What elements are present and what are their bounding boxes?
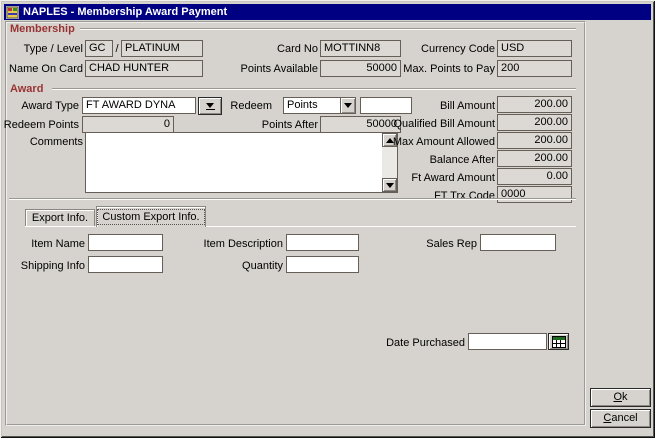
redeem-combo-button[interactable] (340, 98, 355, 113)
currency-code-label: Currency Code (398, 42, 495, 56)
redeem-combo-value: Points (284, 98, 340, 113)
redeem-combo[interactable]: Points (283, 97, 356, 114)
redeem-points-label: Redeem Points (0, 118, 79, 132)
balance-after-field: 200.00 (497, 150, 572, 167)
type-level-separator: / (114, 42, 120, 56)
tab-custom-export-info-label: Custom Export Info. (97, 209, 204, 225)
ft-award-amount-label: Ft Award Amount (380, 171, 495, 185)
cancel-button[interactable]: Cancel (590, 409, 651, 428)
max-points-to-pay-field: 200 (497, 60, 572, 77)
card-no-label: Card No (230, 42, 318, 56)
qualified-bill-amount-label: Qualified Bill Amount (380, 117, 495, 131)
currency-code-field: USD (497, 40, 572, 57)
ft-trx-code-label: FT Trx Code (380, 189, 495, 203)
points-available-label: Points Available (230, 62, 318, 76)
max-amount-allowed-label: Max Amount Allowed (380, 135, 495, 149)
application-icon (6, 6, 19, 19)
item-name-input[interactable] (88, 234, 163, 251)
balance-after-label: Balance After (380, 153, 495, 167)
award-section-line (52, 88, 576, 90)
item-name-label: Item Name (0, 237, 85, 251)
redeem-points-field: 0 (82, 116, 174, 133)
bill-amount-label: Bill Amount (380, 99, 495, 113)
cancel-button-label: Cancel (603, 412, 637, 425)
award-type-combo-field[interactable]: FT AWARD DYNA (82, 97, 196, 114)
ok-button[interactable]: Ok (590, 388, 651, 407)
max-amount-allowed-field: 200.00 (497, 132, 572, 149)
sales-rep-label: Sales Rep (400, 237, 477, 251)
item-description-input[interactable] (286, 234, 359, 251)
quantity-input[interactable] (286, 256, 359, 273)
date-purchased-input[interactable] (468, 333, 547, 350)
ok-button-label: Ok (613, 391, 627, 404)
item-description-label: Item Description (185, 237, 283, 251)
card-no-field: MOTTINN8 (320, 40, 401, 57)
membership-award-payment-window: NAPLES - Membership Award Payment Member… (0, 0, 655, 438)
comments-label: Comments (0, 135, 83, 149)
shipping-info-label: Shipping Info (0, 259, 85, 273)
title-bar[interactable]: NAPLES - Membership Award Payment (4, 4, 651, 20)
chevron-down-icon (344, 103, 352, 108)
type-field: GC (85, 40, 113, 57)
award-type-label: Award Type (0, 99, 79, 113)
date-picker-button[interactable] (548, 333, 569, 350)
name-on-card-label: Name On Card (0, 62, 83, 76)
shipping-info-input[interactable] (88, 256, 163, 273)
redeem-label: Redeem (212, 99, 272, 113)
comments-box (85, 132, 398, 193)
ft-trx-code-field: 0000 (497, 186, 572, 203)
tab-export-info-label: Export Info. (32, 212, 88, 224)
bill-amount-field: 200.00 (497, 96, 572, 113)
tab-export-info[interactable]: Export Info. (25, 209, 95, 226)
window-title: NAPLES - Membership Award Payment (23, 6, 227, 18)
max-points-to-pay-label: Max. Points to Pay (395, 62, 495, 76)
award-section-label: Award (10, 83, 43, 95)
tab-custom-export-info[interactable]: Custom Export Info. (96, 206, 206, 227)
date-purchased-label: Date Purchased (365, 336, 465, 350)
qualified-bill-amount-field: 200.00 (497, 114, 572, 131)
level-field: PLATINUM (121, 40, 203, 57)
points-after-label: Points After (230, 118, 318, 132)
calendar-icon (552, 336, 566, 348)
type-level-label: Type / Level (0, 42, 83, 56)
ft-award-amount-field: 0.00 (497, 168, 572, 185)
comments-input[interactable] (86, 133, 382, 192)
sales-rep-input[interactable] (480, 234, 556, 251)
points-available-field: 50000 (320, 60, 401, 77)
membership-section-label: Membership (10, 23, 75, 35)
membership-section-line (80, 28, 576, 30)
quantity-label: Quantity (185, 259, 283, 273)
section-separator-line (9, 198, 576, 200)
name-on-card-field: CHAD HUNTER (85, 60, 203, 77)
